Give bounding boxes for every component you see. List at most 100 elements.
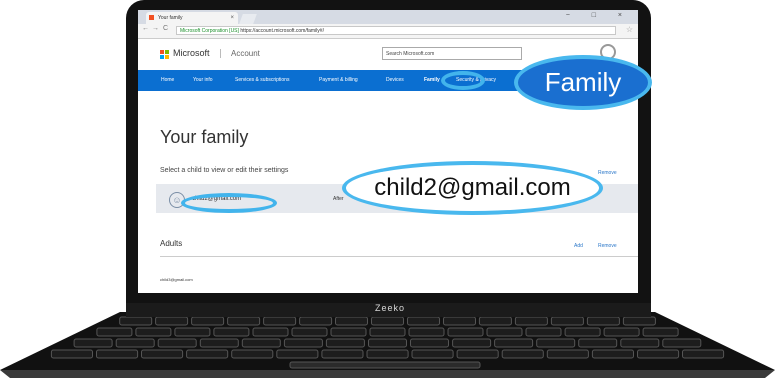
- keyboard-key: [291, 327, 328, 337]
- keyboard-key: [494, 338, 534, 348]
- secure-label: Microsoft Corporation [US]: [180, 28, 239, 34]
- keyboard-key: [135, 327, 172, 337]
- new-tab-button[interactable]: [239, 14, 257, 24]
- keyboard-key: [525, 327, 562, 337]
- keyboard-key: [252, 327, 289, 337]
- child-email-callout: child2@gmail.com: [342, 161, 603, 215]
- screen: Your family × − □ × ← → C Microsoft Corp…: [138, 10, 638, 293]
- keyboard-key: [321, 349, 364, 359]
- keyboard-key: [227, 316, 261, 326]
- keyboard-key: [96, 327, 133, 337]
- keyboard-key: [501, 349, 544, 359]
- browser-tab[interactable]: Your family ×: [146, 12, 238, 24]
- bookmark-star-icon[interactable]: ☆: [626, 25, 633, 34]
- keyboard-key: [119, 316, 153, 326]
- nav-payment[interactable]: Payment & billing: [319, 77, 358, 83]
- keyboard-key: [578, 338, 618, 348]
- keyboard-key: [564, 327, 601, 337]
- keyboard-key: [241, 338, 281, 348]
- keyboard-key: [546, 349, 589, 359]
- keyboard-key: [186, 349, 229, 359]
- add-adult-link[interactable]: Add: [574, 243, 583, 249]
- keyboard-key: [452, 338, 492, 348]
- remove-child-link[interactable]: Remove: [598, 170, 617, 176]
- section-title[interactable]: Account: [220, 49, 260, 58]
- keyboard-key: [155, 316, 189, 326]
- keyboard-key: [642, 327, 679, 337]
- keyboard-key: [586, 316, 620, 326]
- nav-services[interactable]: Services & subscriptions: [235, 77, 289, 83]
- keyboard-key: [299, 316, 333, 326]
- keyboard-key: [486, 327, 523, 337]
- keyboard-key: [478, 316, 512, 326]
- keyboard-key: [174, 327, 211, 337]
- child-email-callout-text: child2@gmail.com: [374, 174, 571, 201]
- child-email-highlight-ring: [181, 193, 277, 213]
- adults-heading: Adults: [160, 239, 183, 248]
- microsoft-favicon-icon: [149, 15, 154, 20]
- forward-icon[interactable]: →: [152, 25, 159, 32]
- keyboard-key: [141, 349, 184, 359]
- keyboard-key: [443, 316, 476, 326]
- keyboard-key: [456, 349, 499, 359]
- keyboard-key: [213, 327, 250, 337]
- address-bar-row: ← → C Microsoft Corporation [US] https:/…: [138, 24, 638, 39]
- brand-name[interactable]: Microsoft: [173, 48, 210, 58]
- family-callout-text: Family: [544, 67, 622, 97]
- keyboard-key: [199, 338, 239, 348]
- keyboard-key: [411, 349, 454, 359]
- microsoft-logo-icon[interactable]: [160, 50, 169, 59]
- close-tab-icon[interactable]: ×: [230, 12, 234, 24]
- keyboard-key: [335, 316, 368, 326]
- keyboard-key: [603, 327, 640, 337]
- remove-adult-link[interactable]: Remove: [598, 243, 617, 249]
- keyboard-key: [283, 338, 323, 348]
- keyboard-key: [662, 338, 702, 348]
- reload-icon[interactable]: C: [163, 25, 168, 32]
- keyboard-key: [276, 349, 319, 359]
- laptop-brand: Zeeko: [374, 303, 405, 313]
- keyboard-key: [408, 327, 445, 337]
- window-controls[interactable]: − □ ×: [566, 12, 632, 19]
- keyboard-key: [514, 316, 548, 326]
- select-child-prompt: Select a child to view or edit their set…: [160, 167, 289, 174]
- tab-title: Your family: [158, 15, 183, 21]
- tab-bar: Your family × − □ ×: [138, 10, 638, 24]
- url-text: https://account.microsoft.com/family#/: [240, 28, 324, 34]
- url-field[interactable]: Microsoft Corporation [US] https://accou…: [176, 26, 616, 35]
- divider: [160, 256, 638, 257]
- family-highlight-ring: [441, 71, 485, 90]
- keyboard-key: [325, 338, 365, 348]
- keyboard-key: [369, 327, 406, 337]
- keyboard-key: [263, 316, 297, 326]
- keyboard-key: [115, 338, 155, 348]
- keyboard-key: [191, 316, 225, 326]
- keyboard-key: [682, 349, 725, 359]
- page-title: Your family: [160, 127, 249, 147]
- adult-email[interactable]: child3@gmail.com: [160, 277, 193, 282]
- child-status: After: [333, 196, 344, 202]
- keyboard-key: [536, 338, 576, 348]
- back-icon[interactable]: ←: [142, 25, 149, 32]
- keyboard-key: [366, 349, 409, 359]
- keyboard-key: [96, 349, 139, 359]
- family-callout: Family: [514, 55, 652, 110]
- search-input[interactable]: Search Microsoft.com: [382, 47, 522, 60]
- keyboard-key: [622, 316, 656, 326]
- keyboard-key: [368, 338, 407, 348]
- keyboard-key: [73, 338, 113, 348]
- nav-family[interactable]: Family: [424, 77, 440, 83]
- keyboard-key: [407, 316, 440, 326]
- keyboard-key: [330, 327, 367, 337]
- keyboard-key: [620, 338, 660, 348]
- nav-your-info[interactable]: Your info: [193, 77, 213, 83]
- keyboard-key: [447, 327, 484, 337]
- nav-devices[interactable]: Devices: [386, 77, 404, 83]
- keyboard-key: [637, 349, 680, 359]
- keyboard-key: [550, 316, 584, 326]
- keyboard-key: [50, 349, 93, 359]
- keyboard-key: [410, 338, 449, 348]
- keyboard-key: [371, 316, 404, 326]
- keyboard-key: [591, 349, 635, 359]
- nav-home[interactable]: Home: [161, 77, 174, 83]
